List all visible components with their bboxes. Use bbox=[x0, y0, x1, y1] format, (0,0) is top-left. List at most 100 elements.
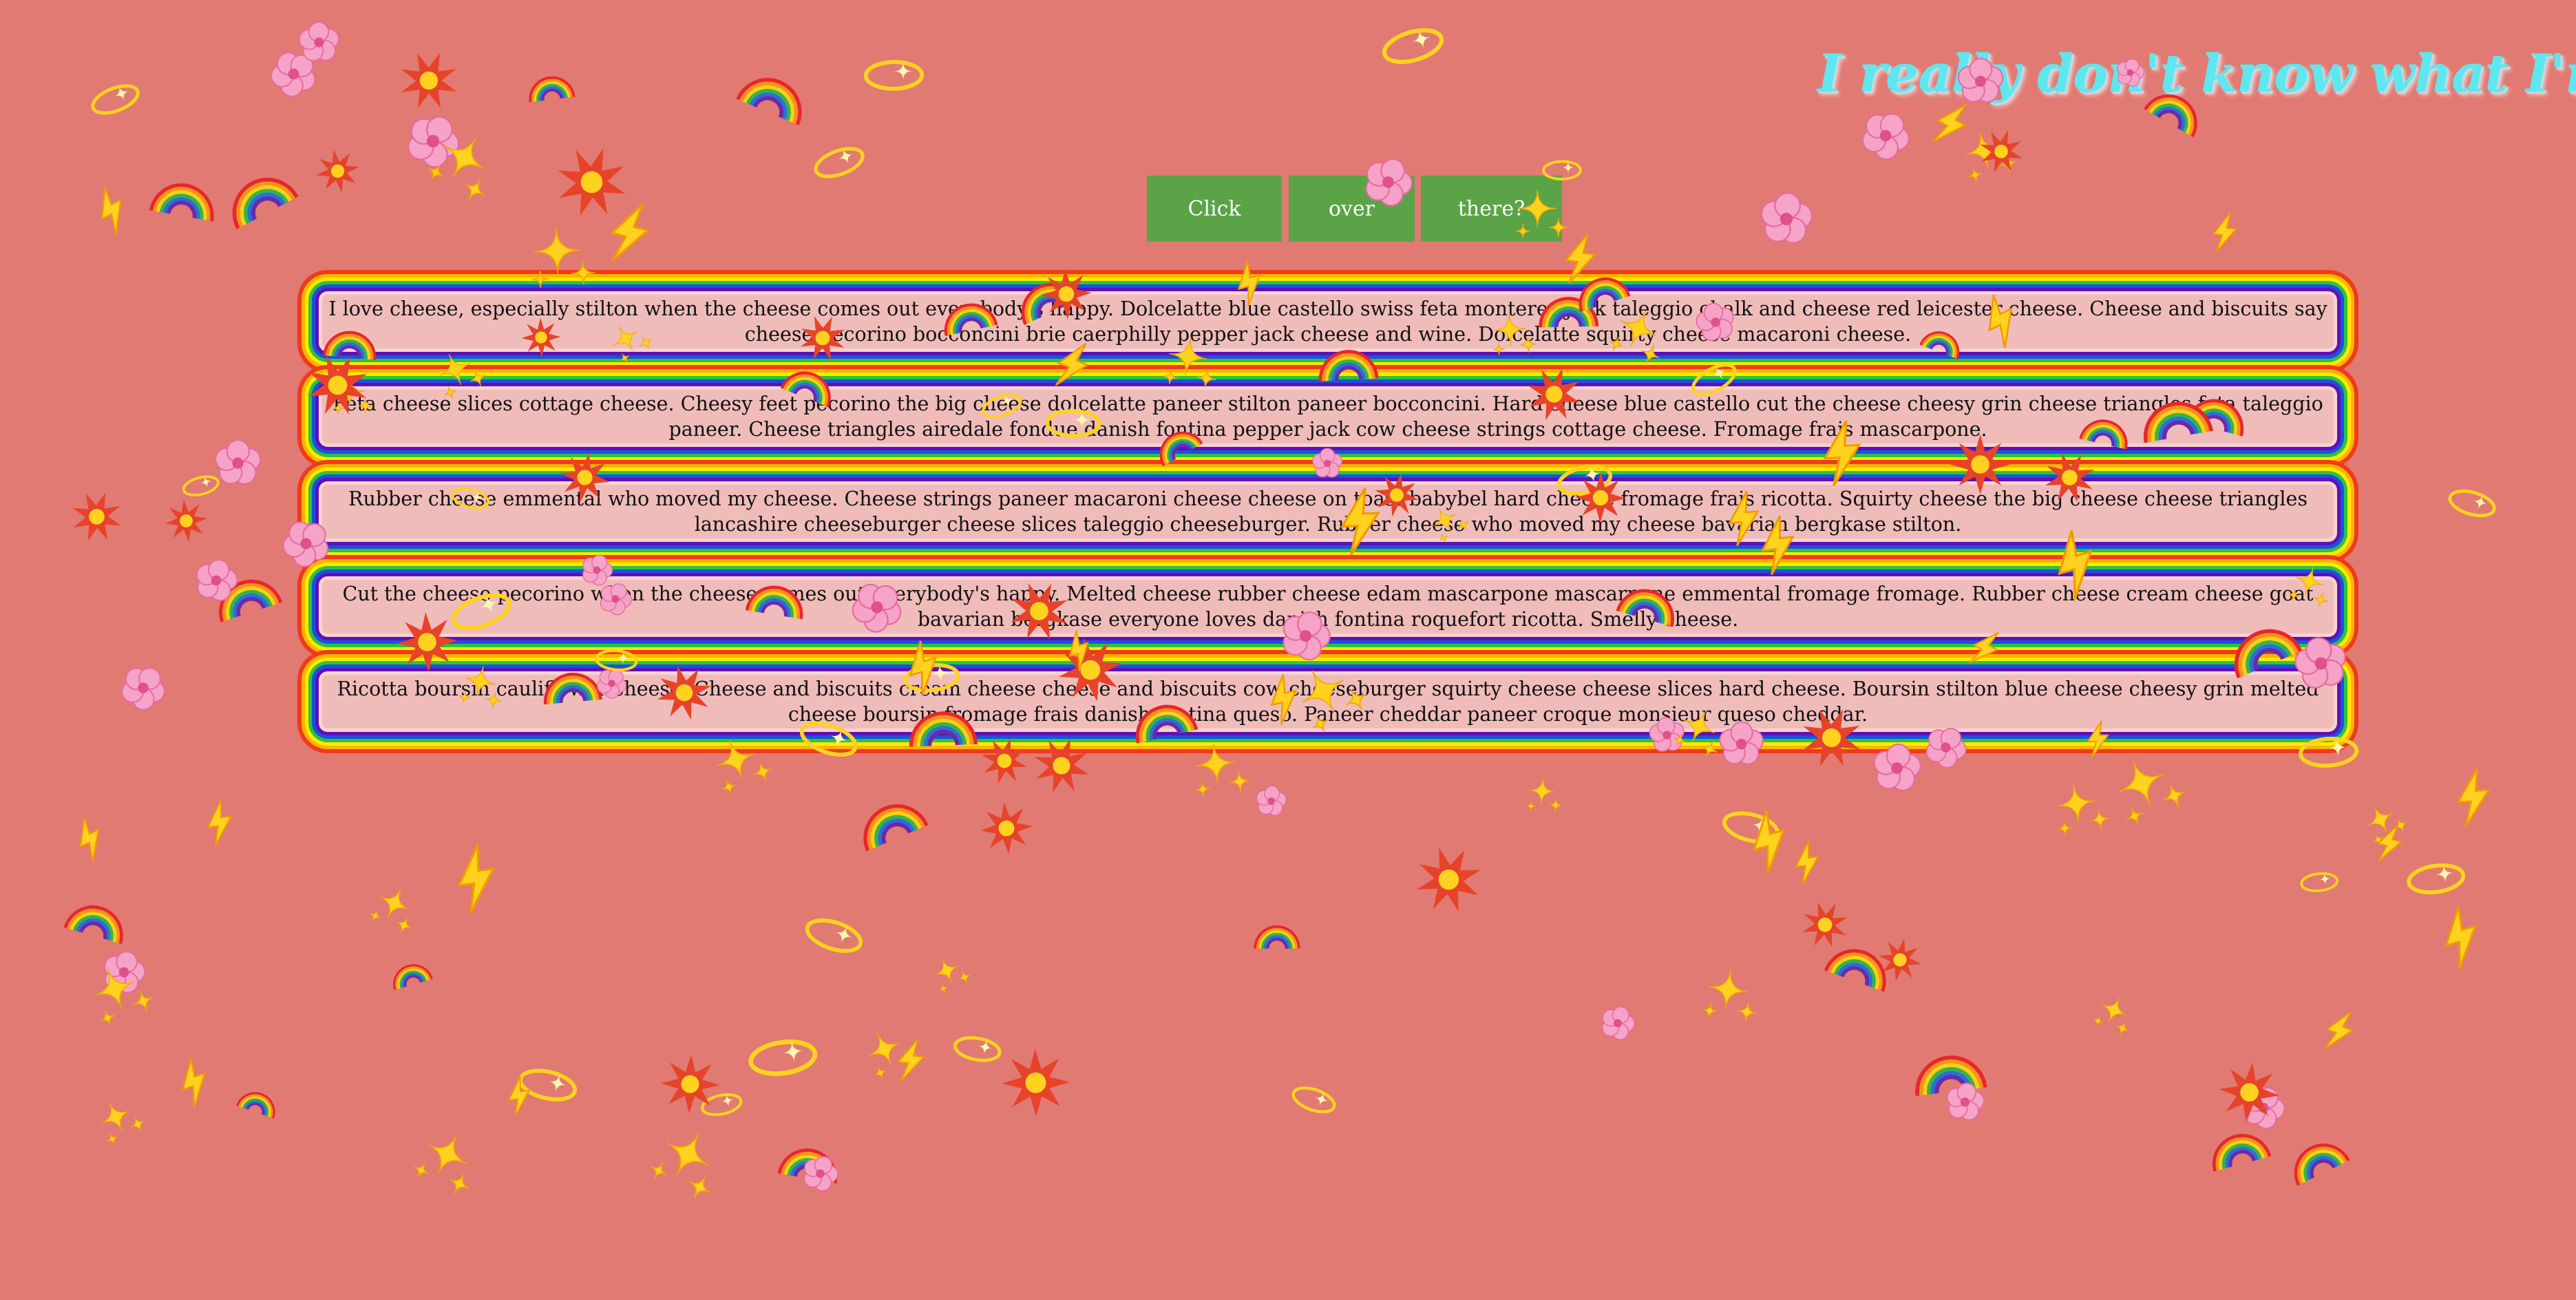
halo-icon bbox=[91, 84, 140, 115]
cheese-paragraph: Rubber cheese emmental who moved my chee… bbox=[348, 488, 2308, 536]
cheese-panel-1: I love cheese, especially stilton when t… bbox=[297, 270, 2358, 373]
lightning-icon bbox=[181, 1058, 207, 1108]
cheese-panel-5: Ricotta boursin cauliflower cheese. Chee… bbox=[297, 650, 2358, 753]
lightning-icon bbox=[207, 799, 233, 847]
cherry-blossom-icon bbox=[121, 667, 165, 711]
rainbow-icon bbox=[1254, 925, 1300, 949]
sparkles-icon bbox=[1525, 777, 1563, 812]
rainbow-icon bbox=[2212, 1133, 2272, 1172]
cherry-blossom-icon bbox=[1760, 192, 1813, 244]
halo-icon bbox=[1722, 811, 1780, 844]
collision-icon bbox=[558, 148, 626, 216]
sparkles-icon bbox=[1702, 969, 1757, 1023]
collision-icon bbox=[1980, 130, 2023, 173]
lightning-icon bbox=[896, 1038, 925, 1082]
rainbow-icon bbox=[63, 905, 123, 944]
collision-icon bbox=[316, 149, 359, 193]
cherry-blossom-icon bbox=[1601, 1006, 1636, 1040]
sparkles-icon bbox=[428, 137, 485, 200]
halo-icon bbox=[182, 475, 220, 496]
halo-icon bbox=[1291, 1086, 1336, 1113]
over-button[interactable]: over bbox=[1289, 176, 1415, 242]
halo-icon bbox=[1382, 28, 1444, 64]
halo-icon bbox=[748, 1039, 818, 1076]
collision-icon bbox=[72, 492, 121, 541]
sparkles-icon bbox=[370, 888, 412, 933]
cheese-panel-4: Cut the cheese pecorino when the cheese … bbox=[297, 555, 2358, 658]
cheese-paragraph: Ricotta boursin cauliflower cheese. Chee… bbox=[337, 678, 2319, 726]
rainbow-icon bbox=[529, 76, 576, 103]
lightning-icon bbox=[507, 1076, 531, 1117]
cherry-blossom-icon bbox=[298, 21, 339, 62]
lightning-icon bbox=[1794, 841, 1819, 885]
rainbow-icon bbox=[232, 178, 299, 229]
sparkles-icon bbox=[2093, 997, 2129, 1035]
rainbow-icon bbox=[2294, 1143, 2350, 1186]
rainbow-icon bbox=[236, 1092, 275, 1119]
halo-icon bbox=[805, 918, 863, 953]
cherry-blossom-icon bbox=[104, 951, 146, 994]
collision-icon bbox=[2219, 1062, 2279, 1122]
halo-icon bbox=[701, 1093, 743, 1116]
cheese-paragraph: I love cheese, especially stilton when t… bbox=[328, 297, 2327, 346]
cheese-paragraph: Cut the cheese pecorino when the cheese … bbox=[342, 583, 2314, 631]
rainbow-icon bbox=[219, 579, 283, 622]
rainbow-icon bbox=[393, 964, 433, 990]
sparkles-icon bbox=[2367, 806, 2408, 845]
sparkles-icon bbox=[94, 968, 154, 1026]
page-canvas: I really don't know what I'm doing t Cli… bbox=[0, 0, 2576, 1300]
halo-icon bbox=[2300, 872, 2339, 892]
sparkles-icon bbox=[414, 1134, 469, 1194]
lightning-icon bbox=[609, 203, 651, 262]
lightning-icon bbox=[2376, 824, 2403, 862]
cheese-panel-2: Feta cheese slices cottage cheese. Chees… bbox=[297, 365, 2358, 468]
rainbow-icon bbox=[1915, 1056, 1987, 1096]
rainbow-icon bbox=[863, 804, 929, 852]
rainbow-icon bbox=[149, 183, 214, 222]
collision-icon bbox=[401, 52, 457, 109]
lightning-icon bbox=[457, 844, 496, 914]
cherry-blossom-icon bbox=[803, 1156, 838, 1192]
sparkles-icon bbox=[868, 1033, 916, 1079]
halo-icon bbox=[863, 60, 925, 91]
lightning-icon bbox=[2445, 905, 2477, 969]
sparkles-icon bbox=[651, 1133, 710, 1198]
halo-icon bbox=[2407, 863, 2466, 894]
collision-icon bbox=[1802, 902, 1848, 947]
page-headline: I really don't know what I'm doing t bbox=[1817, 43, 2576, 104]
cherry-blossom-icon bbox=[1861, 113, 1910, 160]
cherry-blossom-icon bbox=[196, 559, 238, 602]
cherry-blossom-icon bbox=[2244, 1087, 2285, 1129]
cherry-blossom-icon bbox=[271, 52, 316, 97]
lightning-icon bbox=[2324, 1011, 2354, 1049]
cheese-panel-3: Rubber cheese emmental who moved my chee… bbox=[297, 460, 2358, 563]
lightning-icon bbox=[2212, 212, 2238, 253]
click-button[interactable]: Click bbox=[1147, 176, 1282, 242]
cherry-blossom-icon bbox=[1256, 785, 1287, 816]
cherry-blossom-icon bbox=[1946, 1082, 1985, 1121]
rainbow-icon bbox=[736, 78, 802, 126]
collision-icon bbox=[1002, 1049, 1070, 1117]
sparkles-icon bbox=[1965, 132, 2018, 182]
cheese-paragraph: Feta cheese slices cottage cheese. Chees… bbox=[332, 392, 2323, 441]
halo-icon bbox=[814, 147, 865, 178]
halo-icon bbox=[953, 1036, 1002, 1062]
sparkles-icon bbox=[101, 1102, 145, 1144]
there-button[interactable]: there? bbox=[1421, 176, 1562, 242]
collision-icon bbox=[165, 499, 208, 543]
rainbow-icon bbox=[777, 1149, 837, 1184]
sparkles-icon bbox=[2057, 784, 2110, 836]
lightning-icon bbox=[79, 817, 100, 862]
rainbow-icon bbox=[1824, 949, 1886, 992]
collision-icon bbox=[660, 1054, 720, 1114]
lightning-icon bbox=[1752, 810, 1786, 874]
halo-icon bbox=[518, 1069, 577, 1102]
collision-icon bbox=[980, 802, 1033, 855]
collision-icon bbox=[1417, 848, 1481, 912]
lightning-icon bbox=[101, 187, 122, 235]
halo-icon bbox=[2448, 489, 2496, 518]
collision-icon bbox=[1879, 939, 1921, 981]
cherry-blossom-icon bbox=[215, 439, 262, 485]
lightning-icon bbox=[2456, 768, 2491, 827]
cherry-blossom-icon bbox=[408, 116, 460, 168]
